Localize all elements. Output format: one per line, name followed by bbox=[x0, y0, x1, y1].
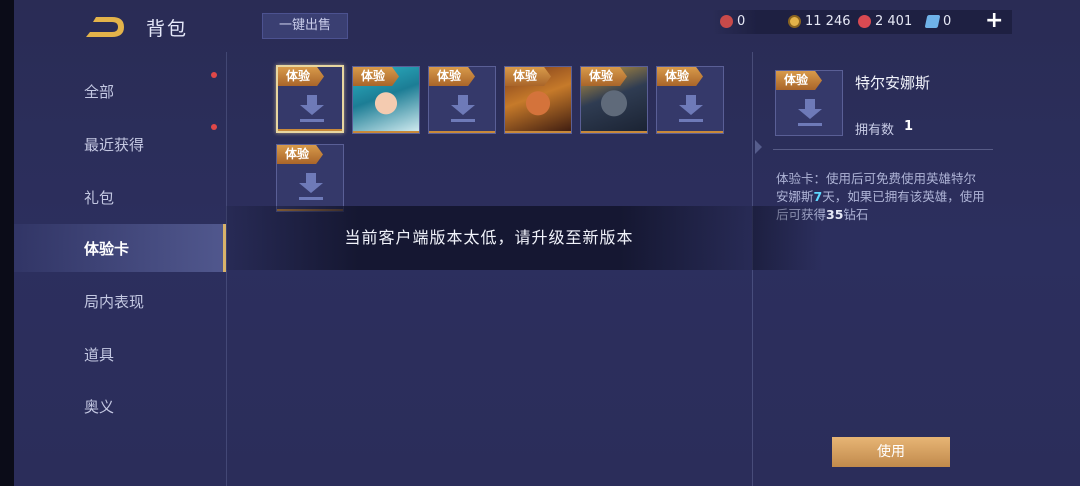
sidebar-item-all[interactable]: 全部 bbox=[14, 67, 226, 113]
trial-tag: 体验 bbox=[581, 67, 628, 86]
toast-fade bbox=[752, 206, 822, 270]
toast-message: 当前客户端版本太低，请升级至新版本 bbox=[344, 228, 634, 247]
download-icon bbox=[679, 95, 703, 122]
sidebar-item-label: 道具 bbox=[84, 346, 115, 364]
sidebar-item-performance[interactable]: 局内表现 bbox=[14, 277, 226, 323]
sidebar-item-props[interactable]: 道具 bbox=[14, 330, 226, 376]
desc-text: 钻石 bbox=[843, 207, 869, 222]
sidebar-item-label: 最近获得 bbox=[84, 136, 145, 154]
currency-value: 2 401 bbox=[875, 14, 913, 29]
trial-card-item[interactable]: 体验 bbox=[276, 144, 344, 212]
download-icon bbox=[798, 99, 822, 126]
download-icon bbox=[299, 173, 323, 200]
sidebar-item-recent[interactable]: 最近获得 bbox=[14, 120, 226, 166]
notification-dot bbox=[211, 72, 217, 78]
download-icon bbox=[300, 95, 324, 122]
trial-card-item[interactable]: 体验 bbox=[352, 66, 420, 134]
gold-coin-icon bbox=[788, 15, 801, 28]
trial-card-item[interactable]: 体验 bbox=[276, 65, 344, 133]
currency-red-token[interactable]: 0 bbox=[720, 14, 745, 29]
notification-dot bbox=[211, 124, 217, 130]
divider-chevron-icon bbox=[755, 140, 762, 154]
detail-item-name: 特尔安娜斯 bbox=[855, 74, 931, 92]
gem-icon bbox=[858, 15, 871, 28]
back-arrow-icon bbox=[86, 17, 124, 37]
trial-card-item[interactable]: 体验 bbox=[504, 66, 572, 134]
trial-tag: 体验 bbox=[278, 67, 325, 86]
owned-count: 拥有数 1 bbox=[855, 119, 913, 138]
sidebar-item-trial-card[interactable]: 体验卡 bbox=[14, 224, 226, 272]
card-underline bbox=[429, 131, 495, 133]
card-underline bbox=[657, 131, 723, 133]
card-underline bbox=[278, 129, 342, 131]
trial-tag: 体验 bbox=[353, 67, 400, 86]
sidebar-item-label: 局内表现 bbox=[84, 293, 145, 311]
sell-all-button[interactable]: 一键出售 bbox=[262, 13, 348, 39]
currency-ticket[interactable]: 0 bbox=[924, 14, 952, 29]
card-underline bbox=[581, 131, 647, 133]
screen-edge bbox=[0, 0, 14, 486]
trial-card-item[interactable]: 体验 bbox=[428, 66, 496, 134]
ticket-icon bbox=[924, 15, 941, 28]
trial-tag: 体验 bbox=[429, 67, 476, 86]
detail-separator bbox=[773, 149, 993, 150]
card-underline bbox=[505, 131, 571, 133]
sidebar-item-label: 体验卡 bbox=[84, 240, 130, 258]
desc-days: 7 bbox=[813, 189, 823, 204]
currency-value: 0 bbox=[737, 14, 746, 29]
sidebar-item-label: 全部 bbox=[84, 83, 115, 101]
currency-value: 0 bbox=[943, 14, 952, 29]
trial-card-item[interactable]: 体验 bbox=[656, 66, 724, 134]
page-title: 背包 bbox=[146, 18, 189, 40]
sidebar-item-gift[interactable]: 礼包 bbox=[14, 173, 226, 219]
owned-label: 拥有数 bbox=[855, 123, 895, 138]
trial-tag: 体验 bbox=[776, 71, 823, 90]
currency-gem[interactable]: 2 401 bbox=[858, 14, 912, 29]
sidebar-item-label: 礼包 bbox=[84, 189, 115, 207]
use-button[interactable]: 使用 bbox=[832, 437, 950, 467]
currency-gold[interactable]: 11 246 bbox=[788, 14, 851, 29]
trial-tag: 体验 bbox=[505, 67, 552, 86]
trial-tag: 体验 bbox=[657, 67, 704, 86]
download-icon bbox=[451, 95, 475, 122]
desc-diamonds: 35 bbox=[826, 207, 844, 222]
trial-tag: 体验 bbox=[277, 145, 324, 164]
card-underline bbox=[353, 131, 419, 133]
sidebar-item-mystery[interactable]: 奥义 bbox=[14, 382, 226, 428]
currency-value: 11 246 bbox=[805, 14, 851, 29]
toast-overlay: 当前客户端版本太低，请升级至新版本 bbox=[226, 206, 752, 270]
red-token-icon bbox=[720, 15, 733, 28]
trial-card-item[interactable]: 体验 bbox=[580, 66, 648, 134]
sidebar: 全部 最近获得 礼包 体验卡 局内表现 道具 奥义 bbox=[14, 60, 226, 486]
owned-value: 1 bbox=[904, 119, 914, 134]
detail-card-preview: 体验 bbox=[775, 70, 843, 136]
add-currency-button[interactable]: + bbox=[985, 8, 1003, 33]
back-button[interactable] bbox=[82, 12, 128, 42]
sidebar-item-label: 奥义 bbox=[84, 398, 115, 416]
